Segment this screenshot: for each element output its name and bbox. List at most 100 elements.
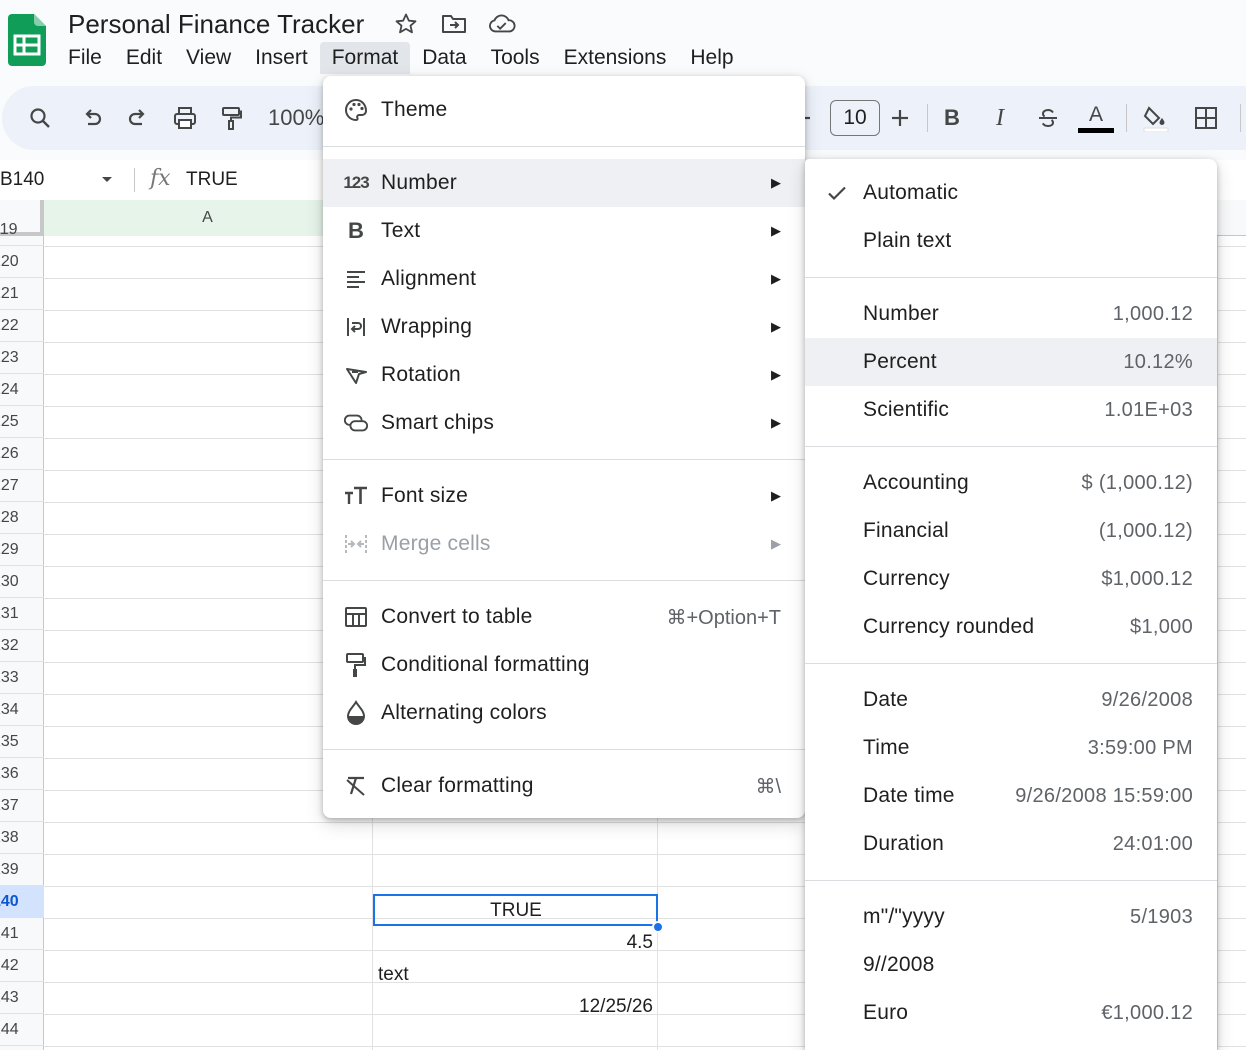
row-header-139[interactable]: 139 (0, 854, 44, 886)
row-header-119[interactable]: 119 (0, 214, 44, 246)
format-menu-label: Conditional formatting (381, 653, 590, 676)
format-menu-label: Font size (381, 484, 468, 507)
text-color-button[interactable]: A (1078, 100, 1114, 136)
format-menu-text[interactable]: B Text ▶ (323, 207, 805, 255)
menu-edit[interactable]: Edit (114, 42, 174, 74)
row-header-133[interactable]: 133 (0, 662, 44, 694)
row-header-134[interactable]: 134 (0, 694, 44, 726)
format-menu-clear-formatting[interactable]: Clear formatting ⌘\ (323, 762, 805, 810)
row-header-138[interactable]: 138 (0, 822, 44, 854)
row-header-127[interactable]: 127 (0, 470, 44, 502)
number-format-label: Accounting (863, 471, 969, 494)
chevron-down-icon[interactable] (100, 172, 114, 191)
cloud-saved-icon[interactable] (488, 10, 516, 38)
move-to-folder-icon[interactable] (440, 10, 468, 38)
row-header-135[interactable]: 135 (0, 726, 44, 758)
cell-b141[interactable]: 4.5 (376, 928, 653, 958)
number-format-currency[interactable]: Currency $1,000.12 (805, 555, 1217, 603)
format-menu-font-size[interactable]: Font size ▶ (323, 472, 805, 520)
font-size-input[interactable]: 10 (830, 100, 880, 136)
strikethrough-icon[interactable] (1030, 100, 1066, 136)
format-menu-alternating-colors[interactable]: Alternating colors (323, 689, 805, 737)
row-header-140[interactable]: 140 (0, 886, 44, 918)
number-format-scientific[interactable]: Scientific 1.01E+03 (805, 386, 1217, 434)
undo-icon[interactable] (74, 100, 110, 136)
number-format-time[interactable]: Time 3:59:00 PM (805, 724, 1217, 772)
row-header-125[interactable]: 125 (0, 406, 44, 438)
redo-icon[interactable] (120, 100, 156, 136)
number-format-custom-month-year[interactable]: m"/"yyyy 5/1903 (805, 893, 1217, 941)
number-123-icon: 123 (343, 173, 369, 192)
star-icon[interactable] (392, 10, 420, 38)
zoom-select[interactable]: 100% (268, 104, 324, 132)
number-format-label: Scientific (863, 398, 950, 421)
cell-b142[interactable]: text (378, 960, 655, 990)
number-format-currency-rounded[interactable]: Currency rounded $1,000 (805, 603, 1217, 651)
bold-button[interactable]: B (934, 100, 970, 136)
row-header-131[interactable]: 131 (0, 598, 44, 630)
number-format-financial[interactable]: Financial (1,000.12) (805, 507, 1217, 555)
row-header-136[interactable]: 136 (0, 758, 44, 790)
format-menu-convert-to-table[interactable]: Convert to table ⌘+Option+T (323, 593, 805, 641)
fill-handle[interactable] (652, 921, 664, 933)
menu-insert[interactable]: Insert (243, 42, 320, 74)
print-icon[interactable] (167, 100, 203, 136)
menu-help[interactable]: Help (678, 42, 745, 74)
borders-icon[interactable] (1188, 100, 1224, 136)
row-header-129[interactable]: 129 (0, 534, 44, 566)
format-menu-alignment[interactable]: Alignment ▶ (323, 255, 805, 303)
row-header-143[interactable]: 143 (0, 982, 44, 1014)
droplet-icon (343, 700, 369, 726)
menu-view[interactable]: View (174, 42, 243, 74)
sheets-logo-icon[interactable] (8, 14, 46, 66)
fill-color-icon[interactable] (1138, 100, 1174, 136)
bold-b-icon: B (348, 218, 364, 243)
number-format-percent[interactable]: Percent 10.12% (805, 338, 1217, 386)
row-number: 134 (0, 701, 19, 718)
number-format-number[interactable]: Number 1,000.12 (805, 290, 1217, 338)
menu-data[interactable]: Data (410, 42, 478, 74)
row-header-130[interactable]: 130 (0, 566, 44, 598)
row-number: 132 (0, 637, 19, 654)
format-menu-smart-chips[interactable]: Smart chips ▶ (323, 399, 805, 447)
format-menu-label: Text (381, 219, 421, 242)
row-header-126[interactable]: 126 (0, 438, 44, 470)
italic-button[interactable]: I (982, 100, 1018, 136)
number-format-date-time[interactable]: Date time 9/26/2008 15:59:00 (805, 772, 1217, 820)
number-format-automatic[interactable]: Automatic (805, 169, 1217, 217)
menu-bar: File Edit View Insert Format Data Tools … (56, 42, 746, 74)
menu-tools[interactable]: Tools (479, 42, 552, 74)
number-format-duration[interactable]: Duration 24:01:00 (805, 820, 1217, 868)
number-format-plain-text[interactable]: Plain text (805, 217, 1217, 265)
menu-extensions[interactable]: Extensions (552, 42, 679, 74)
number-format-accounting[interactable]: Accounting $ (1,000.12) (805, 459, 1217, 507)
format-menu-rotation[interactable]: Rotation ▶ (323, 351, 805, 399)
menu-file[interactable]: File (56, 42, 114, 74)
row-header-122[interactable]: 122 (0, 310, 44, 342)
name-box[interactable]: B140 (0, 168, 44, 192)
row-header-142[interactable]: 142 (0, 950, 44, 982)
format-menu-theme[interactable]: Theme (323, 86, 805, 134)
row-header-128[interactable]: 128 (0, 502, 44, 534)
row-header-141[interactable]: 141 (0, 918, 44, 950)
menu-format[interactable]: Format (319, 42, 411, 74)
row-header-144[interactable]: 144 (0, 1014, 44, 1046)
format-menu-number[interactable]: 123 Number ▶ (323, 159, 805, 207)
row-header-132[interactable]: 132 (0, 630, 44, 662)
row-header-137[interactable]: 137 (0, 790, 44, 822)
number-format-date[interactable]: Date 9/26/2008 (805, 676, 1217, 724)
increase-font-size-icon[interactable] (882, 100, 918, 136)
number-format-custom-year[interactable]: 9//2008 (805, 941, 1217, 989)
paint-format-icon[interactable] (214, 100, 250, 136)
format-menu-conditional-formatting[interactable]: Conditional formatting (323, 641, 805, 689)
row-header-124[interactable]: 124 (0, 374, 44, 406)
row-header-123[interactable]: 123 (0, 342, 44, 374)
formula-input[interactable]: TRUE (186, 168, 238, 192)
cell-b143[interactable]: 12/25/26 (376, 992, 653, 1022)
row-header-120[interactable]: 120 (0, 246, 44, 278)
number-format-euro[interactable]: Euro €1,000.12 (805, 989, 1217, 1037)
document-title[interactable]: Personal Finance Tracker (68, 6, 364, 42)
format-menu-wrapping[interactable]: Wrapping ▶ (323, 303, 805, 351)
row-header-121[interactable]: 121 (0, 278, 44, 310)
search-icon[interactable] (22, 100, 58, 136)
